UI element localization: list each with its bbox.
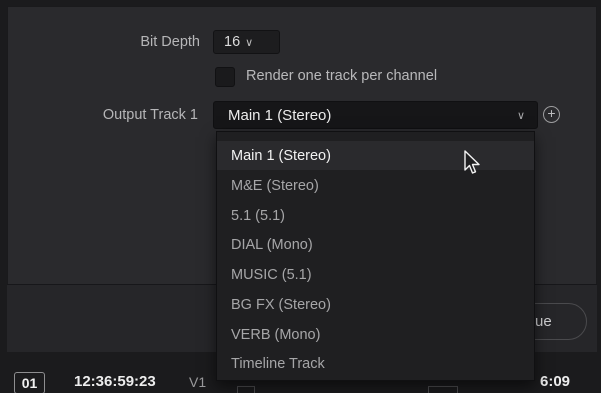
thumbnail-fragment: [428, 386, 458, 393]
output-track-value: Main 1 (Stereo): [228, 107, 332, 124]
dropdown-option[interactable]: MUSIC (5.1): [217, 260, 534, 289]
dropdown-option[interactable]: Timeline Track: [217, 349, 534, 378]
thumbnail-fragment: [237, 386, 255, 393]
output-track-label: Output Track 1: [102, 107, 198, 123]
clip-number-badge[interactable]: 01: [14, 372, 45, 393]
clip-timecode: 12:36:59:23: [74, 373, 156, 390]
queue-button-label: ue: [535, 313, 552, 330]
dropdown-option[interactable]: 5.1 (5.1): [217, 201, 534, 230]
render-per-channel-label: Render one track per channel: [246, 68, 438, 84]
plus-circle-icon[interactable]: +: [543, 106, 560, 123]
bit-depth-label: Bit Depth: [140, 34, 200, 50]
render-per-channel-checkbox[interactable]: [215, 67, 235, 87]
chevron-down-icon: ∨: [245, 37, 254, 49]
chevron-down-icon: ∨: [516, 110, 525, 122]
bit-depth-select[interactable]: 16 ∨: [213, 30, 280, 54]
output-track-dropdown-menu: Main 1 (Stereo) M&E (Stereo) 5.1 (5.1) D…: [216, 131, 535, 381]
end-timecode: 6:09: [540, 373, 571, 390]
output-track-select[interactable]: Main 1 (Stereo) ∨: [213, 101, 538, 129]
dropdown-option[interactable]: M&E (Stereo): [217, 171, 534, 200]
mouse-pointer-icon: [464, 150, 480, 174]
dropdown-option[interactable]: VERB (Mono): [217, 320, 534, 349]
dropdown-option[interactable]: Main 1 (Stereo): [217, 141, 534, 170]
bit-depth-value: 16: [224, 34, 241, 50]
track-label: V1: [189, 374, 207, 390]
dropdown-option[interactable]: DIAL (Mono): [217, 230, 534, 259]
dropdown-option[interactable]: BG FX (Stereo): [217, 290, 534, 319]
